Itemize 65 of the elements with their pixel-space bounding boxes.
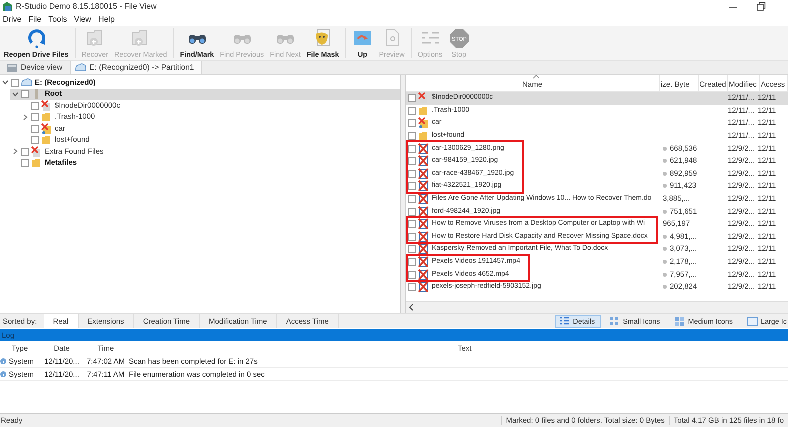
info-icon	[0, 358, 7, 364]
checkbox[interactable]	[408, 270, 416, 279]
checkbox[interactable]	[31, 113, 39, 122]
deleted-item-icon	[31, 146, 43, 158]
deleted-file-icon	[418, 243, 430, 256]
checkbox[interactable]	[408, 195, 416, 204]
app-icon	[2, 1, 13, 12]
checkbox[interactable]	[408, 182, 416, 190]
details-view-icon	[559, 316, 570, 327]
large-icons-icon	[747, 316, 758, 327]
checkbox[interactable]	[31, 124, 39, 133]
checkbox[interactable]	[408, 208, 416, 216]
horizontal-scrollbar[interactable]	[406, 301, 788, 313]
drive-icon	[74, 62, 87, 74]
deleted-file-icon	[418, 155, 430, 168]
scroll-left-icon[interactable]	[409, 304, 414, 311]
checkbox[interactable]	[408, 170, 416, 178]
folder-icon	[31, 157, 43, 170]
deleted-file-icon	[418, 206, 430, 218]
drive-icon	[21, 76, 33, 89]
menu-item[interactable]: Help	[98, 15, 115, 24]
checkbox[interactable]	[31, 136, 39, 144]
checkbox[interactable]	[408, 132, 416, 140]
deleted-file-icon	[418, 142, 430, 155]
checkbox[interactable]	[408, 106, 416, 115]
medium-icons-icon	[674, 316, 686, 327]
deleted-file-icon	[418, 268, 430, 281]
deleted-file-icon	[418, 281, 430, 294]
checkbox[interactable]	[408, 119, 416, 128]
checkbox[interactable]	[21, 148, 29, 156]
small-icons-icon	[609, 316, 620, 327]
checkbox[interactable]	[408, 232, 416, 241]
refresh-icon	[26, 28, 47, 49]
deleted-file-icon	[418, 256, 430, 268]
deleted-file-icon	[418, 193, 430, 206]
deleted-file-icon	[418, 168, 430, 180]
menu-item[interactable]: Tools	[48, 15, 68, 24]
expanded-chevron-icon[interactable]	[12, 90, 18, 98]
checkbox[interactable]	[408, 94, 416, 102]
menu-item[interactable]: File	[28, 15, 42, 24]
folder-icon	[418, 104, 430, 117]
checkbox[interactable]	[408, 144, 416, 153]
restore-icon[interactable]	[756, 2, 766, 12]
deleted-file-icon	[418, 218, 430, 230]
deleted-folder-icon	[418, 117, 430, 130]
checkbox[interactable]	[21, 159, 29, 168]
window-title: R-Studio Demo 8.15.180015 - File View	[16, 2, 158, 11]
folder-icon	[41, 111, 53, 124]
checkbox[interactable]	[408, 283, 416, 292]
deleted-file-icon	[418, 230, 430, 243]
checkbox[interactable]	[408, 258, 416, 266]
collapsed-chevron-icon[interactable]	[22, 114, 28, 121]
collapsed-chevron-icon[interactable]	[12, 148, 18, 156]
menu-item[interactable]: Drive	[3, 15, 22, 24]
checkbox[interactable]	[408, 245, 416, 254]
checkbox[interactable]	[11, 78, 19, 87]
checkbox[interactable]	[21, 90, 29, 98]
menu-item[interactable]: View	[74, 15, 92, 24]
checkbox[interactable]	[408, 157, 416, 166]
info-icon	[0, 370, 7, 378]
checkbox[interactable]	[408, 220, 416, 228]
checkbox[interactable]	[31, 102, 39, 110]
sort-caret-icon	[532, 75, 540, 79]
deleted-file-icon	[418, 180, 430, 192]
expanded-chevron-icon[interactable]	[2, 79, 8, 86]
